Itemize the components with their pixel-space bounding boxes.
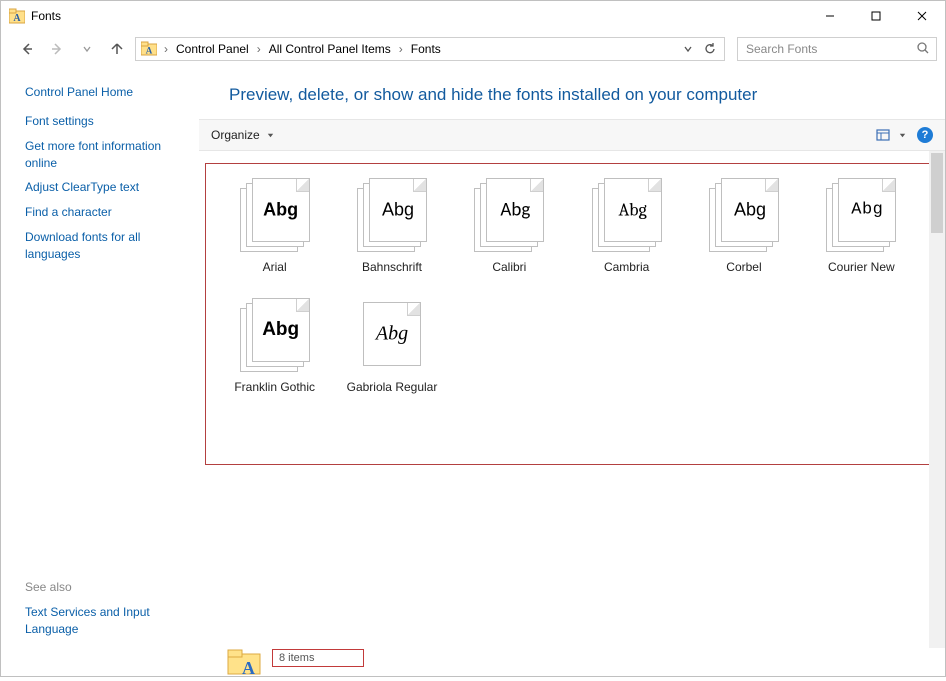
- breadcrumb-item[interactable]: Fonts: [409, 42, 443, 56]
- font-item[interactable]: Abg Franklin Gothic: [234, 298, 315, 394]
- font-label: Corbel: [726, 260, 761, 274]
- font-sample-text: Abg: [722, 200, 778, 221]
- address-bar[interactable]: A › Control Panel › All Control Panel It…: [135, 37, 725, 61]
- chevron-down-icon: [898, 131, 907, 140]
- sidebar-link-more-info[interactable]: Get more font information online: [25, 138, 189, 172]
- toolbar: Organize ?: [199, 119, 945, 151]
- status-folder-icon: A: [226, 648, 264, 678]
- font-item[interactable]: Abg Cambria: [590, 178, 664, 274]
- sidebar-link-font-settings[interactable]: Font settings: [25, 113, 189, 130]
- chevron-right-icon[interactable]: ›: [255, 42, 263, 56]
- font-label: Bahnschrift: [362, 260, 422, 274]
- font-item[interactable]: Abg Corbel: [707, 178, 781, 274]
- page-heading: Preview, delete, or show and hide the fo…: [199, 67, 945, 119]
- window-controls: [807, 1, 945, 31]
- chevron-right-icon[interactable]: ›: [162, 42, 170, 56]
- font-label: Franklin Gothic: [234, 380, 315, 394]
- chevron-right-icon[interactable]: ›: [397, 42, 405, 56]
- font-stack-icon: Abg: [238, 298, 312, 372]
- organize-menu[interactable]: Organize: [211, 128, 275, 142]
- svg-text:A: A: [13, 13, 21, 24]
- font-stack-icon: Abg: [355, 178, 429, 252]
- content-area: Abg Arial Abg Bahnschrift Abg Calibri Abg Cambr…: [199, 151, 945, 648]
- svg-text:A: A: [242, 658, 255, 678]
- font-stack-icon: Abg: [472, 178, 546, 252]
- item-count: 8 items: [272, 649, 364, 667]
- refresh-button[interactable]: [700, 42, 720, 56]
- maximize-button[interactable]: [853, 1, 899, 31]
- font-sample-text: Abg: [487, 199, 543, 222]
- search-box[interactable]: [737, 37, 937, 61]
- font-stack-icon: Abg: [355, 298, 429, 372]
- font-label: Courier New: [828, 260, 895, 274]
- font-grid: Abg Arial Abg Bahnschrift Abg Calibri Abg Cambr…: [205, 163, 931, 465]
- window-title: Fonts: [31, 9, 61, 23]
- control-panel-home-link[interactable]: Control Panel Home: [25, 85, 189, 99]
- status-bar: A 8 items: [1, 648, 945, 676]
- font-sample-text: Abg: [370, 200, 426, 221]
- font-label: Gabriola Regular: [347, 380, 438, 394]
- svg-text:A: A: [146, 46, 153, 56]
- font-sample-text: Abg: [839, 201, 895, 220]
- minimize-button[interactable]: [807, 1, 853, 31]
- search-icon[interactable]: [916, 41, 930, 58]
- font-label: Cambria: [604, 260, 649, 274]
- font-item[interactable]: Abg Arial: [238, 178, 312, 274]
- breadcrumb-item[interactable]: All Control Panel Items: [267, 42, 393, 56]
- view-options-button[interactable]: [876, 128, 907, 142]
- chevron-down-icon: [266, 131, 275, 140]
- address-dropdown-icon[interactable]: [678, 44, 698, 54]
- close-button[interactable]: [899, 1, 945, 31]
- breadcrumb-item[interactable]: Control Panel: [174, 42, 251, 56]
- back-button[interactable]: [15, 37, 39, 61]
- see-also-label: See also: [25, 580, 189, 594]
- sidebar-link-download-fonts[interactable]: Download fonts for all languages: [25, 229, 189, 263]
- sidebar: Control Panel Home Font settings Get mor…: [1, 67, 199, 648]
- app-icon: A: [9, 8, 25, 24]
- title-bar: A Fonts: [1, 1, 945, 31]
- scrollbar[interactable]: [929, 151, 945, 648]
- font-stack-icon: Abg: [707, 178, 781, 252]
- organize-label: Organize: [211, 128, 260, 142]
- sidebar-link-cleartype[interactable]: Adjust ClearType text: [25, 179, 189, 196]
- font-item[interactable]: Abg Calibri: [472, 178, 546, 274]
- font-item[interactable]: Abg Gabriola Regular: [347, 298, 438, 394]
- up-button[interactable]: [105, 37, 129, 61]
- font-sample-text: Abg: [364, 323, 420, 346]
- font-sample-text: Abg: [253, 200, 309, 221]
- scrollbar-thumb[interactable]: [931, 153, 943, 233]
- search-input[interactable]: [744, 41, 916, 57]
- font-stack-icon: Abg: [824, 178, 898, 252]
- font-stack-icon: Abg: [590, 178, 664, 252]
- font-label: Arial: [263, 260, 287, 274]
- font-sample-text: Abg: [253, 319, 309, 341]
- help-button[interactable]: ?: [917, 127, 933, 143]
- font-label: Calibri: [492, 260, 526, 274]
- recent-dropdown-icon[interactable]: [75, 37, 99, 61]
- main-panel: Preview, delete, or show and hide the fo…: [199, 67, 945, 648]
- font-item[interactable]: Abg Courier New: [824, 178, 898, 274]
- sidebar-link-text-services[interactable]: Text Services and Input Language: [25, 604, 189, 638]
- sidebar-link-find-char[interactable]: Find a character: [25, 204, 189, 221]
- forward-button[interactable]: [45, 37, 69, 61]
- font-stack-icon: Abg: [238, 178, 312, 252]
- nav-bar: A › Control Panel › All Control Panel It…: [1, 31, 945, 67]
- address-folder-icon: A: [140, 40, 158, 58]
- font-sample-text: Abg: [605, 200, 661, 221]
- font-item[interactable]: Abg Bahnschrift: [355, 178, 429, 274]
